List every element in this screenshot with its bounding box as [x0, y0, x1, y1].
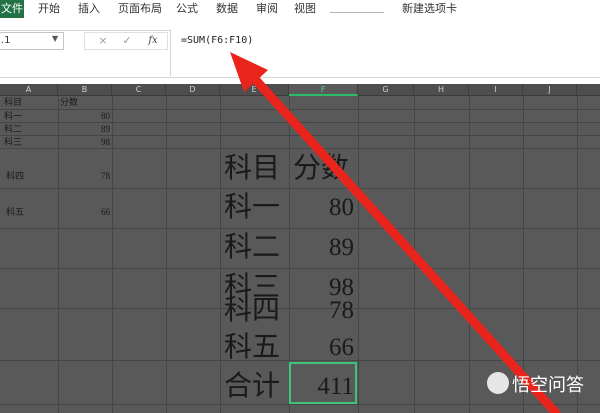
annotation-arrow — [230, 52, 561, 413]
watermark-logo-icon — [487, 372, 509, 394]
watermark-text: 悟空问答 — [512, 375, 584, 396]
arrow-shaft — [240, 63, 561, 413]
